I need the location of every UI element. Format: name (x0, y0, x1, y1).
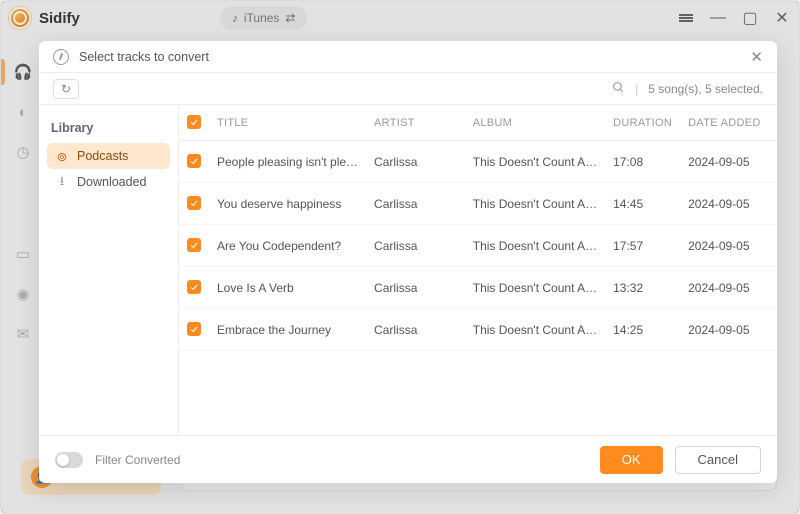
search-icon (612, 81, 625, 94)
search-button[interactable] (612, 81, 625, 97)
cell-date-added: 2024-09-05 (680, 183, 777, 225)
cell-duration: 13:32 (605, 267, 680, 309)
cell-date-added: 2024-09-05 (680, 267, 777, 309)
filter-converted-label: Filter Converted (95, 453, 180, 467)
table-row[interactable]: People pleasing isn't ple…CarlissaThis D… (179, 141, 777, 183)
col-date-added[interactable]: DATE ADDED (680, 105, 777, 141)
cell-artist: Carlissa (366, 267, 465, 309)
podcast-icon: ⊚ (55, 149, 69, 164)
library-sidebar: Library ⊚ Podcasts ⭳ Downloaded (39, 105, 179, 435)
col-album[interactable]: ALBUM (465, 105, 605, 141)
cell-artist: Carlissa (366, 183, 465, 225)
refresh-button[interactable]: ↻ (53, 79, 79, 99)
cell-album: This Doesn't Count A… (465, 183, 605, 225)
cell-title: People pleasing isn't ple… (209, 141, 366, 183)
library-heading: Library (51, 121, 166, 135)
modal-body: Library ⊚ Podcasts ⭳ Downloaded TITL (39, 105, 777, 435)
cell-date-added: 2024-09-05 (680, 309, 777, 351)
sidebar-item-downloaded[interactable]: ⭳ Downloaded (47, 169, 170, 195)
selection-status: 5 song(s), 5 selected. (648, 82, 763, 96)
row-checkbox[interactable] (187, 322, 201, 336)
row-checkbox[interactable] (187, 238, 201, 252)
table-row[interactable]: Are You Codependent?CarlissaThis Doesn't… (179, 225, 777, 267)
col-title[interactable]: TITLE (209, 105, 366, 141)
cell-duration: 17:57 (605, 225, 680, 267)
ok-button[interactable]: OK (600, 446, 663, 474)
modal-title-icon (53, 49, 69, 65)
modal-title: Select tracks to convert (79, 50, 209, 64)
tracks-table-wrap: TITLE ARTIST ALBUM DURATION DATE ADDED P… (179, 105, 777, 435)
sidebar-item-label: Podcasts (77, 149, 128, 163)
row-checkbox[interactable] (187, 280, 201, 294)
refresh-icon: ↻ (61, 82, 71, 96)
cell-artist: Carlissa (366, 225, 465, 267)
select-all-checkbox[interactable] (187, 115, 201, 129)
modal-close-button[interactable]: ✕ (750, 48, 763, 66)
sidebar-item-label: Downloaded (77, 175, 147, 189)
modal-footer: Filter Converted OK Cancel (39, 435, 777, 483)
cell-artist: Carlissa (366, 141, 465, 183)
modal-toolbar: ↻ | 5 song(s), 5 selected. (39, 73, 777, 105)
cell-duration: 14:25 (605, 309, 680, 351)
col-artist[interactable]: ARTIST (366, 105, 465, 141)
cell-title: You deserve happiness (209, 183, 366, 225)
modal-header: Select tracks to convert ✕ (39, 41, 777, 73)
cell-date-added: 2024-09-05 (680, 225, 777, 267)
cell-album: This Doesn't Count A… (465, 309, 605, 351)
filter-converted-toggle[interactable] (55, 452, 83, 468)
col-duration[interactable]: DURATION (605, 105, 680, 141)
cell-title: Are You Codependent? (209, 225, 366, 267)
app-window: Sidify ♪ iTunes ⇄ — ▢ ✕ 🎧 ◐ ◷ ▭ ◉ ✉ 👤 Mi… (0, 0, 800, 514)
cell-artist: Carlissa (366, 309, 465, 351)
download-icon: ⭳ (55, 172, 69, 193)
toolbar-divider: | (635, 82, 638, 96)
row-checkbox[interactable] (187, 154, 201, 168)
table-row[interactable]: You deserve happinessCarlissaThis Doesn'… (179, 183, 777, 225)
cell-title: Love Is A Verb (209, 267, 366, 309)
tracks-table: TITLE ARTIST ALBUM DURATION DATE ADDED P… (179, 105, 777, 351)
table-row[interactable]: Love Is A VerbCarlissaThis Doesn't Count… (179, 267, 777, 309)
cell-duration: 14:45 (605, 183, 680, 225)
table-row[interactable]: Embrace the JourneyCarlissaThis Doesn't … (179, 309, 777, 351)
cell-title: Embrace the Journey (209, 309, 366, 351)
sidebar-item-podcasts[interactable]: ⊚ Podcasts (47, 143, 170, 169)
cell-album: This Doesn't Count A… (465, 267, 605, 309)
cell-date-added: 2024-09-05 (680, 141, 777, 183)
cell-album: This Doesn't Count A… (465, 225, 605, 267)
cell-album: This Doesn't Count A… (465, 141, 605, 183)
cell-duration: 17:08 (605, 141, 680, 183)
cancel-button[interactable]: Cancel (675, 446, 761, 474)
select-tracks-modal: Select tracks to convert ✕ ↻ | 5 song(s)… (39, 41, 777, 483)
row-checkbox[interactable] (187, 196, 201, 210)
